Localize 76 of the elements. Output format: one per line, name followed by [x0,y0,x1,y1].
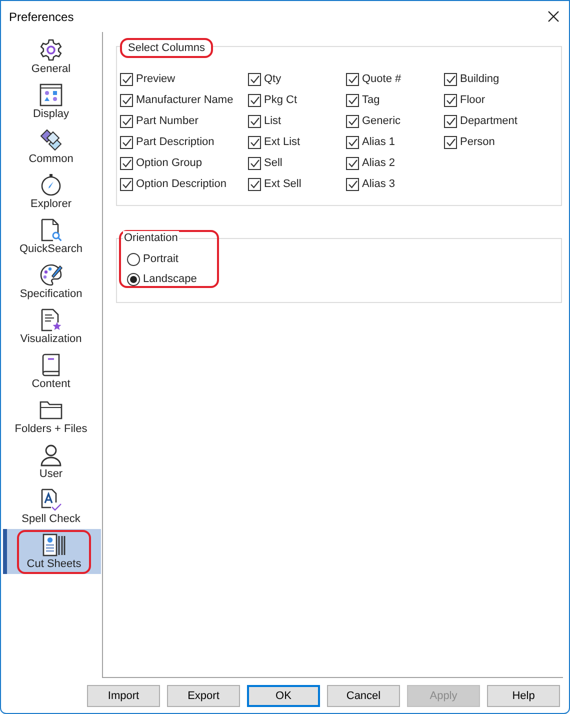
check-icon [446,96,456,104]
group-title: Select Columns [120,38,214,58]
column-checkbox[interactable]: Quote # [346,71,444,87]
check-icon [348,74,358,84]
sidebar-item[interactable]: Common [1,124,101,169]
column-checkbox[interactable]: Person [444,134,544,150]
column-checkbox[interactable]: Preview [120,71,248,87]
sidebar-item[interactable]: User [1,439,101,484]
window-icon [39,82,63,106]
compass-icon [39,172,63,196]
column-checkbox[interactable]: Ext Sell [248,176,346,192]
sidebar-item[interactable]: Cut Sheets [3,529,101,574]
column-checkbox[interactable]: Part Number [120,113,248,129]
column-checkbox[interactable]: Pkg Ct [248,92,346,108]
check-icon [348,116,358,126]
check-icon [250,74,260,84]
check-icon [250,116,260,126]
column-checkbox[interactable]: Tag [346,92,444,108]
column-checkbox[interactable]: Alias 1 [346,134,444,150]
sidebar-item[interactable]: General [1,34,101,79]
gear-icon [39,38,63,62]
check-icon [250,158,260,168]
dialog-button[interactable]: Export [167,685,240,707]
column-checkbox[interactable]: Building [444,71,544,87]
check-icon [122,180,132,188]
column-checkbox[interactable]: Alias 3 [346,176,444,192]
sidebar-item[interactable]: Specification [1,259,101,304]
dialog-button[interactable]: Cancel [327,685,400,707]
sidebar-item[interactable]: Folders + Files [1,394,101,439]
diamond-icon [39,128,63,152]
column-checkbox[interactable]: Qty [248,71,346,87]
dialog-button[interactable]: Help [487,685,560,707]
check-icon [250,138,260,146]
document-pages-icon [42,532,66,556]
column-checkbox[interactable]: Floor [444,92,544,108]
column-checkbox[interactable]: Ext List [248,134,346,150]
check-icon [250,180,260,188]
column-checkbox[interactable]: Sell [248,155,346,171]
check-icon [122,158,132,168]
check-icon [348,138,358,146]
palette-icon [39,262,63,286]
column-checkbox[interactable]: Option Group [120,155,248,171]
check-icon [446,138,456,146]
column-checkbox[interactable]: Option Description [120,176,248,192]
check-icon [122,96,132,104]
sidebar-item[interactable]: Visualization [1,304,101,349]
check-icon [348,180,358,188]
check-icon [250,96,260,104]
column-checkbox[interactable]: Generic [346,113,444,129]
sidebar-item[interactable]: Content [1,349,101,394]
dialog-button[interactable]: Import [87,685,160,707]
orientation-radio[interactable]: Landscape [127,271,561,287]
close-icon[interactable] [548,11,559,22]
column-checkbox[interactable]: Alias 2 [346,155,444,171]
check-icon [122,138,132,146]
check-icon [348,96,358,104]
column-checkbox[interactable]: List [248,113,346,129]
user-icon [39,442,63,466]
check-icon [348,158,358,168]
dialog-button[interactable]: OK [247,685,320,707]
column-checkbox[interactable]: Part Description [120,134,248,150]
sidebar-item[interactable]: Spell Check [1,484,101,529]
sidebar-item[interactable]: QuickSearch [1,214,101,259]
column-checkbox[interactable]: Department [444,113,544,129]
orientation-radio[interactable]: Portrait [127,251,561,267]
document-check-icon [39,488,63,512]
check-icon [446,116,456,126]
check-icon [122,74,132,84]
check-icon [446,74,456,84]
document-search-icon [39,218,63,242]
sidebar-item[interactable]: Explorer [1,169,101,214]
window-title: Preferences [9,8,74,26]
column-checkbox[interactable]: Manufacturer Name [120,92,248,108]
check-icon [122,116,132,126]
sidebar-item[interactable]: Display [1,79,101,124]
document-star-icon [39,308,63,332]
